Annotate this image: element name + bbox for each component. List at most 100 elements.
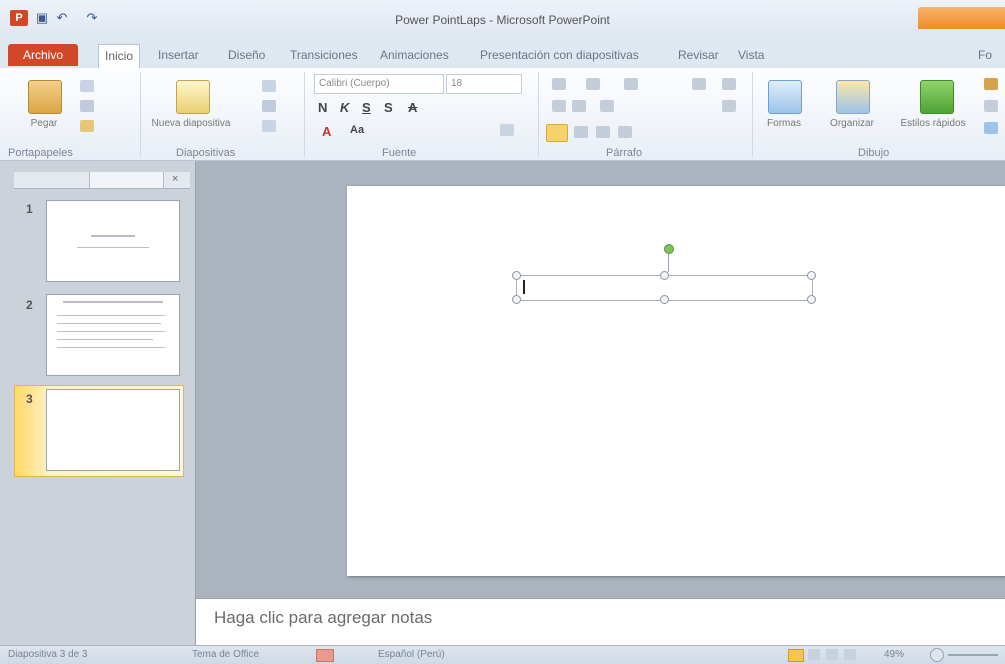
tab-slides[interactable] xyxy=(14,172,89,188)
tab-design[interactable]: Diseño xyxy=(222,44,271,66)
change-case-button[interactable]: Aa xyxy=(350,124,364,136)
tab-view[interactable]: Vista xyxy=(732,44,770,66)
text-cursor xyxy=(523,280,525,294)
thumb-text-line xyxy=(57,315,165,316)
tab-home[interactable]: Inicio xyxy=(98,44,141,68)
quick-styles-button[interactable]: Estilos rápidos xyxy=(900,118,966,129)
font-size-select[interactable]: 18 xyxy=(446,74,522,94)
close-icon[interactable]: × xyxy=(172,173,178,185)
shadow-button[interactable]: S xyxy=(384,100,393,115)
tab-review[interactable]: Revisar xyxy=(672,44,725,66)
shapes-icon[interactable] xyxy=(768,80,802,114)
tab-outline[interactable] xyxy=(89,172,164,188)
spelling-check-icon[interactable] xyxy=(316,649,334,662)
italic-button[interactable]: K xyxy=(340,100,349,115)
copy-icon[interactable] xyxy=(80,100,94,112)
strikethrough-button[interactable]: A xyxy=(408,100,417,115)
zoom-out-icon[interactable] xyxy=(930,648,944,662)
tab-insert[interactable]: Insertar xyxy=(152,44,205,66)
slide-number: 2 xyxy=(26,298,33,312)
increase-indent-icon[interactable] xyxy=(572,100,586,112)
thumb-title-line xyxy=(63,301,163,303)
thumb-title-line xyxy=(91,235,135,237)
align-text-icon[interactable] xyxy=(722,78,736,90)
thumb-text-line xyxy=(57,323,161,324)
zoom-slider[interactable] xyxy=(948,654,998,656)
paste-button[interactable]: Pegar xyxy=(18,118,70,129)
font-name-select[interactable]: Calibri (Cuerpo) xyxy=(314,74,444,94)
font-group-label: Fuente xyxy=(382,147,417,159)
shapes-button[interactable]: Formas xyxy=(760,118,808,129)
slide-thumbnail-1[interactable] xyxy=(46,200,180,282)
resize-handle[interactable] xyxy=(807,295,816,304)
thumb-subtitle-line xyxy=(77,247,149,248)
shape-effects-icon[interactable] xyxy=(984,122,998,134)
slide-sorter-icon[interactable] xyxy=(808,649,820,660)
tab-animations[interactable]: Animaciones xyxy=(374,44,455,66)
format-painter-icon[interactable] xyxy=(80,120,94,132)
group-divider xyxy=(538,72,539,156)
shape-outline-icon[interactable] xyxy=(984,100,998,112)
normal-view-icon[interactable] xyxy=(788,649,804,662)
text-direction-icon[interactable] xyxy=(692,78,706,90)
ribbon: Pegar Portapapeles Nueva diapositiva Dia… xyxy=(0,68,1005,161)
slide-counter: Diapositiva 3 de 3 xyxy=(8,649,88,660)
decrease-indent-icon[interactable] xyxy=(552,100,566,112)
slides-group-label: Diapositivas xyxy=(176,147,236,159)
slide-canvas[interactable] xyxy=(347,186,1005,576)
tab-file[interactable]: Archivo xyxy=(8,44,78,66)
underline-button[interactable]: S xyxy=(362,100,371,115)
numbering-icon[interactable] xyxy=(586,78,600,90)
new-slide-button[interactable]: Nueva diapositiva xyxy=(150,118,232,129)
reset-icon[interactable] xyxy=(262,100,276,112)
group-divider xyxy=(304,72,305,156)
thumb-text-line xyxy=(57,331,165,332)
ribbon-tab-strip: Archivo Inicio Insertar Diseño Transicio… xyxy=(0,36,1005,69)
zoom-level[interactable]: 49% xyxy=(884,649,904,660)
paste-icon[interactable] xyxy=(28,80,62,114)
align-center-icon[interactable] xyxy=(574,126,588,138)
tab-format[interactable]: Fo xyxy=(972,44,998,66)
slide-number: 3 xyxy=(26,392,33,406)
slide-thumbnail-2[interactable] xyxy=(46,294,180,376)
layout-icon[interactable] xyxy=(262,80,276,92)
group-divider xyxy=(140,72,141,156)
rotate-handle[interactable] xyxy=(664,244,674,254)
tab-slideshow[interactable]: Presentación con diapositivas xyxy=(474,44,645,66)
language-indicator[interactable]: Español (Perú) xyxy=(378,649,445,660)
clear-format-icon[interactable] xyxy=(500,124,514,136)
smartart-icon[interactable] xyxy=(722,100,736,112)
line-spacing-icon[interactable] xyxy=(624,78,638,90)
reading-view-icon[interactable] xyxy=(826,649,838,660)
notes-placeholder[interactable]: Haga clic para agregar notas xyxy=(214,608,432,628)
new-slide-icon[interactable] xyxy=(176,80,210,114)
thumb-text-line xyxy=(57,347,165,348)
resize-handle[interactable] xyxy=(807,271,816,280)
font-color-button[interactable]: A xyxy=(322,124,331,139)
bold-button[interactable]: N xyxy=(318,100,327,115)
resize-handle[interactable] xyxy=(512,295,521,304)
slide-number: 1 xyxy=(26,202,33,216)
resize-handle[interactable] xyxy=(512,271,521,280)
align-right-icon[interactable] xyxy=(596,126,610,138)
columns-icon[interactable] xyxy=(600,100,614,112)
shape-fill-icon[interactable] xyxy=(984,78,998,90)
resize-handle[interactable] xyxy=(660,271,669,280)
arrange-icon[interactable] xyxy=(836,80,870,114)
justify-icon[interactable] xyxy=(618,126,632,138)
quick-styles-icon[interactable] xyxy=(920,80,954,114)
status-bar: Diapositiva 3 de 3 Tema de Office Españo… xyxy=(0,645,1005,664)
arrange-button[interactable]: Organizar xyxy=(820,118,884,129)
cut-icon[interactable] xyxy=(80,80,94,92)
clipboard-group-label: Portapapeles xyxy=(8,147,73,159)
resize-handle[interactable] xyxy=(660,295,669,304)
theme-name: Tema de Office xyxy=(192,649,260,660)
bullets-icon[interactable] xyxy=(552,78,566,90)
slide-thumbnail-3[interactable] xyxy=(46,389,180,471)
rotate-handle-stem xyxy=(668,253,669,272)
section-icon[interactable] xyxy=(262,120,276,132)
align-left-icon[interactable] xyxy=(546,124,568,142)
slideshow-view-icon[interactable] xyxy=(844,649,856,660)
group-divider xyxy=(752,72,753,156)
tab-transitions[interactable]: Transiciones xyxy=(284,44,364,66)
